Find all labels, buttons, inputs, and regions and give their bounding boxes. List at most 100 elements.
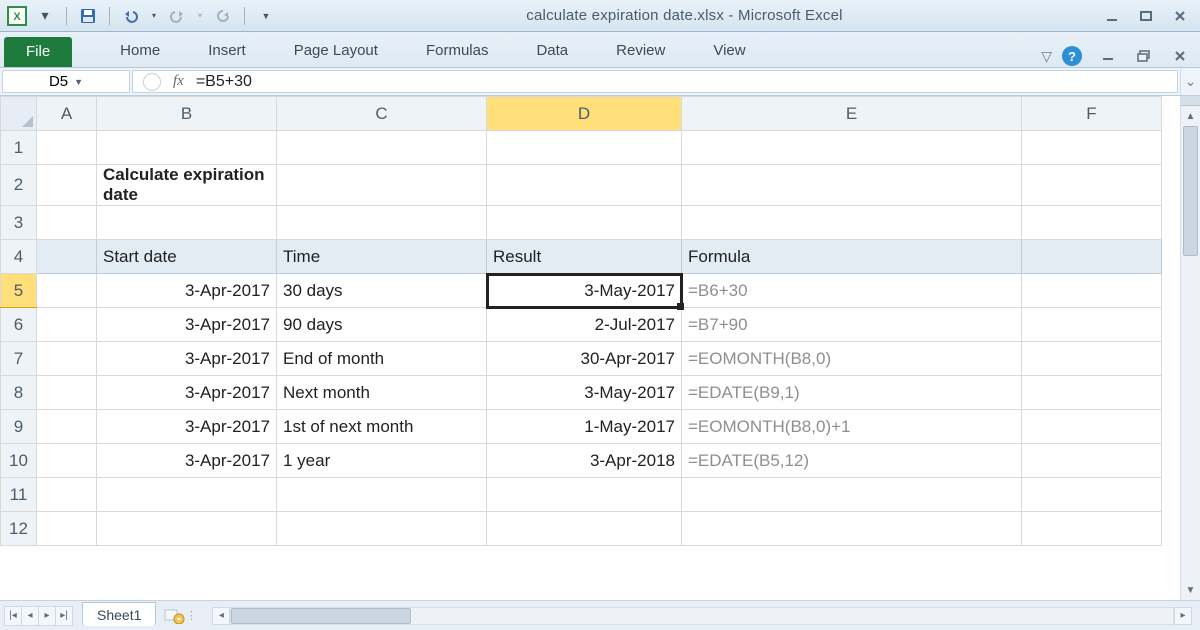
- cell[interactable]: [1022, 444, 1162, 478]
- cell[interactable]: [37, 240, 97, 274]
- name-box[interactable]: D5 ▼: [2, 70, 130, 93]
- tab-view[interactable]: View: [713, 35, 745, 67]
- cell[interactable]: [277, 131, 487, 165]
- row-header[interactable]: 4: [1, 240, 37, 274]
- cell[interactable]: [37, 274, 97, 308]
- data-cell[interactable]: 3-Apr-2017: [97, 342, 277, 376]
- cell[interactable]: [1022, 376, 1162, 410]
- minimize-icon[interactable]: [1098, 5, 1126, 27]
- data-cell[interactable]: 2-Jul-2017: [487, 308, 682, 342]
- data-cell[interactable]: =EDATE(B9,1): [682, 376, 1022, 410]
- row-header[interactable]: 9: [1, 410, 37, 444]
- cell[interactable]: [682, 131, 1022, 165]
- cell[interactable]: [37, 308, 97, 342]
- worksheet-grid[interactable]: ABCDEF12Calculate expiration date34Start…: [0, 96, 1180, 600]
- cell[interactable]: [1022, 131, 1162, 165]
- title-cell[interactable]: Calculate expiration date: [97, 165, 277, 206]
- column-header[interactable]: F: [1022, 97, 1162, 131]
- row-header[interactable]: 11: [1, 478, 37, 512]
- tab-page-layout[interactable]: Page Layout: [294, 35, 378, 67]
- close-icon[interactable]: [1166, 5, 1194, 27]
- data-cell[interactable]: 3-Apr-2017: [97, 274, 277, 308]
- cell[interactable]: [37, 206, 97, 240]
- data-cell[interactable]: End of month: [277, 342, 487, 376]
- cell[interactable]: [1022, 206, 1162, 240]
- data-cell[interactable]: Next month: [277, 376, 487, 410]
- cell[interactable]: [37, 342, 97, 376]
- data-cell[interactable]: 30 days: [277, 274, 487, 308]
- sheet-nav-last-icon[interactable]: ▸|: [55, 606, 73, 626]
- workbook-minimize-icon[interactable]: [1098, 45, 1118, 67]
- cancel-edit-icon[interactable]: [143, 73, 161, 91]
- qat-dropdown-icon[interactable]: ▾: [34, 5, 56, 27]
- cell[interactable]: [487, 478, 682, 512]
- data-cell[interactable]: 3-Apr-2017: [97, 410, 277, 444]
- scroll-down-icon[interactable]: ▼: [1181, 580, 1200, 600]
- cell[interactable]: [1022, 342, 1162, 376]
- cell[interactable]: [277, 206, 487, 240]
- cell[interactable]: [37, 410, 97, 444]
- sheet-tab[interactable]: Sheet1: [82, 602, 156, 626]
- vertical-scroll-thumb[interactable]: [1183, 126, 1198, 256]
- table-header-cell[interactable]: Time: [277, 240, 487, 274]
- row-header[interactable]: 7: [1, 342, 37, 376]
- table-header-cell[interactable]: Result: [487, 240, 682, 274]
- tab-data[interactable]: Data: [536, 35, 568, 67]
- cell[interactable]: [277, 165, 487, 206]
- cell[interactable]: [1022, 308, 1162, 342]
- data-cell[interactable]: =EDATE(B5,12): [682, 444, 1022, 478]
- sheet-nav-first-icon[interactable]: |◂: [4, 606, 22, 626]
- workbook-restore-icon[interactable]: [1134, 45, 1154, 67]
- cell[interactable]: [277, 512, 487, 546]
- cell[interactable]: [487, 512, 682, 546]
- formula-text[interactable]: =B5+30: [196, 73, 252, 91]
- sheet-nav-next-icon[interactable]: ▸: [38, 606, 56, 626]
- row-header[interactable]: 5: [1, 274, 37, 308]
- cell[interactable]: [37, 512, 97, 546]
- column-header[interactable]: D: [487, 97, 682, 131]
- data-cell[interactable]: =B7+90: [682, 308, 1022, 342]
- cell[interactable]: [37, 131, 97, 165]
- data-cell[interactable]: 30-Apr-2017: [487, 342, 682, 376]
- cell[interactable]: [277, 478, 487, 512]
- file-tab[interactable]: File: [4, 37, 72, 67]
- cell[interactable]: [1022, 478, 1162, 512]
- scroll-left-icon[interactable]: ◂: [212, 607, 230, 625]
- new-sheet-icon[interactable]: [162, 607, 186, 625]
- horizontal-scroll-thumb[interactable]: [231, 608, 411, 624]
- redo-dropdown-icon[interactable]: ▾: [194, 5, 206, 27]
- column-header[interactable]: A: [37, 97, 97, 131]
- help-icon[interactable]: ?: [1062, 46, 1082, 66]
- cell[interactable]: [487, 206, 682, 240]
- cell[interactable]: [97, 478, 277, 512]
- row-header[interactable]: 2: [1, 165, 37, 206]
- cell[interactable]: [97, 512, 277, 546]
- repeat-icon[interactable]: [212, 5, 234, 27]
- name-box-dropdown-icon[interactable]: ▼: [74, 77, 83, 87]
- cell[interactable]: [37, 444, 97, 478]
- row-header[interactable]: 8: [1, 376, 37, 410]
- cell[interactable]: [1022, 165, 1162, 206]
- select-all-corner[interactable]: [1, 97, 37, 131]
- tab-formulas[interactable]: Formulas: [426, 35, 489, 67]
- data-cell[interactable]: 3-Apr-2017: [97, 376, 277, 410]
- maximize-icon[interactable]: [1132, 5, 1160, 27]
- data-cell[interactable]: =EOMONTH(B8,0)+1: [682, 410, 1022, 444]
- row-header[interactable]: 6: [1, 308, 37, 342]
- split-handle-icon[interactable]: [1181, 96, 1200, 106]
- data-cell[interactable]: 3-Apr-2018: [487, 444, 682, 478]
- formula-bar-expand-icon[interactable]: ⌄: [1180, 68, 1200, 95]
- fx-icon[interactable]: fx: [173, 73, 184, 90]
- sheet-nav-prev-icon[interactable]: ◂: [21, 606, 39, 626]
- table-header-cell[interactable]: Formula: [682, 240, 1022, 274]
- cell[interactable]: [682, 165, 1022, 206]
- row-header[interactable]: 12: [1, 512, 37, 546]
- data-cell[interactable]: 1-May-2017: [487, 410, 682, 444]
- data-cell[interactable]: 1st of next month: [277, 410, 487, 444]
- cell[interactable]: [1022, 274, 1162, 308]
- data-cell[interactable]: 3-May-2017: [487, 274, 682, 308]
- row-header[interactable]: 3: [1, 206, 37, 240]
- undo-icon[interactable]: [120, 5, 142, 27]
- cell[interactable]: [1022, 410, 1162, 444]
- cell[interactable]: [97, 206, 277, 240]
